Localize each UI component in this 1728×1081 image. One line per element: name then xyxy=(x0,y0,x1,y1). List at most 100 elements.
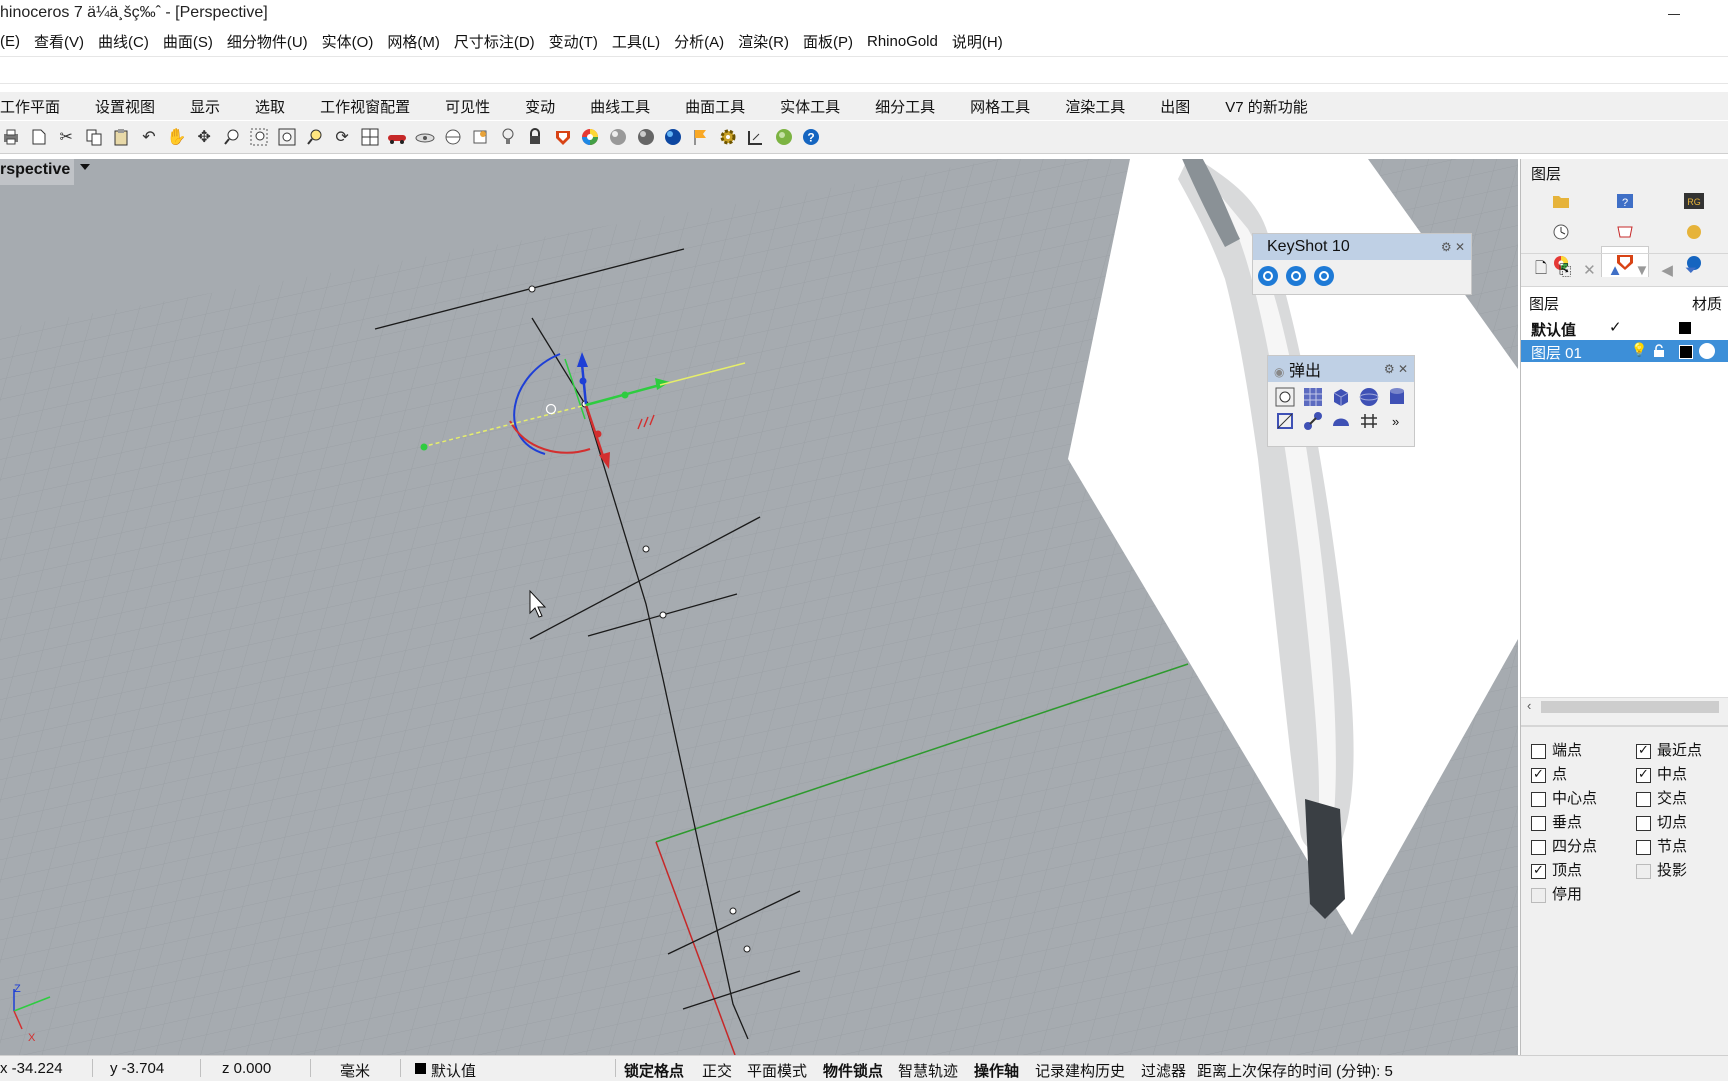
menu-panels[interactable]: 面板(P) xyxy=(803,31,853,52)
tab-drafting[interactable]: 出图 xyxy=(1143,96,1208,117)
grid-popup-icon[interactable] xyxy=(1302,386,1324,408)
new-layer-icon[interactable]: 🗋 xyxy=(1535,258,1547,283)
unlock-icon[interactable] xyxy=(1653,344,1665,358)
color-wheel-icon[interactable] xyxy=(579,126,601,148)
osnap-quadrant-checkbox[interactable] xyxy=(1531,839,1546,855)
material-icon[interactable] xyxy=(1683,223,1705,241)
tab-curve-tools[interactable]: 曲线工具 xyxy=(573,96,668,117)
camera-icon[interactable] xyxy=(414,126,436,148)
copy-icon[interactable] xyxy=(83,126,105,148)
display-icon[interactable] xyxy=(1615,223,1635,241)
help-icon[interactable]: ? xyxy=(800,126,822,148)
tab-cplanes[interactable]: 工作平面 xyxy=(0,96,78,117)
menu-solid[interactable]: 实体(O) xyxy=(322,31,374,52)
osnap-toggle[interactable]: 物件锁点 xyxy=(823,1060,883,1081)
tab-surface-tools[interactable]: 曲面工具 xyxy=(668,96,763,117)
osnap-center[interactable]: 中心点 xyxy=(1531,787,1597,808)
filter-toggle[interactable]: 过滤器 xyxy=(1141,1060,1186,1081)
sphere-shaded-icon[interactable] xyxy=(607,126,629,148)
osnap-intersection[interactable]: 交点 xyxy=(1636,787,1687,808)
folder-icon[interactable] xyxy=(1551,192,1571,210)
layer-color-swatch[interactable] xyxy=(1679,322,1691,334)
light-icon[interactable] xyxy=(497,126,519,148)
osnap-center-checkbox[interactable] xyxy=(1531,791,1546,807)
flag-icon[interactable] xyxy=(690,126,712,148)
print-icon[interactable] xyxy=(0,126,22,148)
scroll-left-icon[interactable]: ‹ xyxy=(1527,698,1531,713)
shield-icon[interactable] xyxy=(552,126,574,148)
osnap-quadrant[interactable]: 四分点 xyxy=(1531,835,1597,856)
zoom-window-icon[interactable] xyxy=(248,126,270,148)
grid-snap-toggle[interactable]: 锁定格点 xyxy=(624,1060,684,1081)
viewport-title[interactable]: rspective xyxy=(0,159,75,185)
osnap-near[interactable]: 最近点 xyxy=(1636,739,1702,760)
boolean-popup-icon[interactable] xyxy=(1358,410,1380,432)
tab-set-view[interactable]: 设置视图 xyxy=(78,96,173,117)
osnap-tangent[interactable]: 切点 xyxy=(1636,811,1687,832)
box-popup-icon[interactable] xyxy=(1330,386,1352,408)
keyshot-settings-gear-icon[interactable]: ⚙ xyxy=(1441,240,1452,254)
tab-visibility[interactable]: 可见性 xyxy=(428,96,508,117)
menu-render[interactable]: 渲染(R) xyxy=(738,31,789,52)
osnap-intersection-checkbox[interactable] xyxy=(1636,791,1651,807)
osnap-near-checkbox[interactable] xyxy=(1636,742,1651,759)
keyshot-render-icon[interactable] xyxy=(1257,265,1279,287)
osnap-disable[interactable]: 停用 xyxy=(1531,883,1582,904)
sphere-popup-icon[interactable] xyxy=(1358,386,1380,408)
bulb-icon[interactable]: 💡 xyxy=(1631,342,1647,358)
render-globe-icon[interactable] xyxy=(773,126,795,148)
osnap-vertex-checkbox[interactable] xyxy=(1531,862,1546,879)
menu-rhinogold[interactable]: RhinoGold xyxy=(867,33,938,50)
popup-more-icon[interactable]: » xyxy=(1392,414,1399,429)
osnap-midpoint[interactable]: 中点 xyxy=(1636,763,1687,784)
transform-popup-icon[interactable] xyxy=(1274,410,1296,432)
snap-icon[interactable] xyxy=(469,126,491,148)
osnap-vertex[interactable]: 顶点 xyxy=(1531,859,1582,880)
tab-display[interactable]: 显示 xyxy=(173,96,238,117)
zoom-icon[interactable] xyxy=(221,126,243,148)
viewport-menu-chevron-down-icon[interactable] xyxy=(80,164,90,170)
osnap-perpendicular[interactable]: 垂点 xyxy=(1531,811,1582,832)
move-down-icon[interactable]: ▼ xyxy=(1635,262,1650,279)
current-layer-check-icon[interactable]: ✓ xyxy=(1609,318,1622,336)
osnap-project[interactable]: 投影 xyxy=(1636,859,1687,880)
menu-surface[interactable]: 曲面(S) xyxy=(163,31,213,52)
units-label[interactable]: 毫米 xyxy=(340,1060,370,1081)
popup-close-icon[interactable]: ✕ xyxy=(1398,362,1408,376)
tab-select[interactable]: 选取 xyxy=(238,96,303,117)
tab-transform[interactable]: 变动 xyxy=(508,96,573,117)
zoom-selected-icon[interactable] xyxy=(304,126,326,148)
osnap-knot[interactable]: 节点 xyxy=(1636,835,1687,856)
osnap-endpoint[interactable]: 端点 xyxy=(1531,739,1582,760)
undo-icon[interactable]: ↶ xyxy=(138,126,160,148)
keyshot-settings-icon[interactable] xyxy=(1313,265,1335,287)
menu-mesh[interactable]: 网格(M) xyxy=(387,31,440,52)
sphere-render-icon[interactable] xyxy=(635,126,657,148)
osnap-endpoint-checkbox[interactable] xyxy=(1531,743,1546,759)
osnap-point[interactable]: 点 xyxy=(1531,763,1567,784)
osnap-midpoint-checkbox[interactable] xyxy=(1636,766,1651,783)
menu-subd[interactable]: 细分物件(U) xyxy=(227,31,308,52)
osnap-knot-checkbox[interactable] xyxy=(1636,839,1651,855)
layer-color-swatch[interactable] xyxy=(1679,345,1693,359)
blend-popup-icon[interactable] xyxy=(1302,410,1324,432)
filter-icon[interactable]: ⏷ xyxy=(1685,262,1697,279)
planar-toggle[interactable]: 平面模式 xyxy=(747,1060,807,1081)
tab-solid-tools[interactable]: 实体工具 xyxy=(763,96,858,117)
move-up-icon[interactable]: ▲ xyxy=(1608,262,1623,279)
cylinder-popup-icon[interactable] xyxy=(1386,386,1408,408)
menu-help[interactable]: 说明(H) xyxy=(952,31,1003,52)
menu-analyze[interactable]: 分析(A) xyxy=(674,31,724,52)
menu-view[interactable]: 查看(V) xyxy=(34,31,84,52)
zoom-extents-popup-icon[interactable] xyxy=(1274,386,1296,408)
zoom-extents-icon[interactable] xyxy=(276,126,298,148)
table-row[interactable]: 默认值 ✓ xyxy=(1521,317,1728,339)
record-history-toggle[interactable]: 记录建构历史 xyxy=(1035,1060,1125,1081)
four-views-icon[interactable] xyxy=(359,126,381,148)
delete-layer-icon[interactable]: ✕ xyxy=(1583,261,1596,279)
osnap-disable-checkbox[interactable] xyxy=(1531,887,1546,903)
car-icon[interactable] xyxy=(386,126,408,148)
pan-hand-icon[interactable]: ✋ xyxy=(166,126,188,148)
move-view-icon[interactable]: ✥ xyxy=(193,126,215,148)
osnap-point-checkbox[interactable] xyxy=(1531,766,1546,783)
